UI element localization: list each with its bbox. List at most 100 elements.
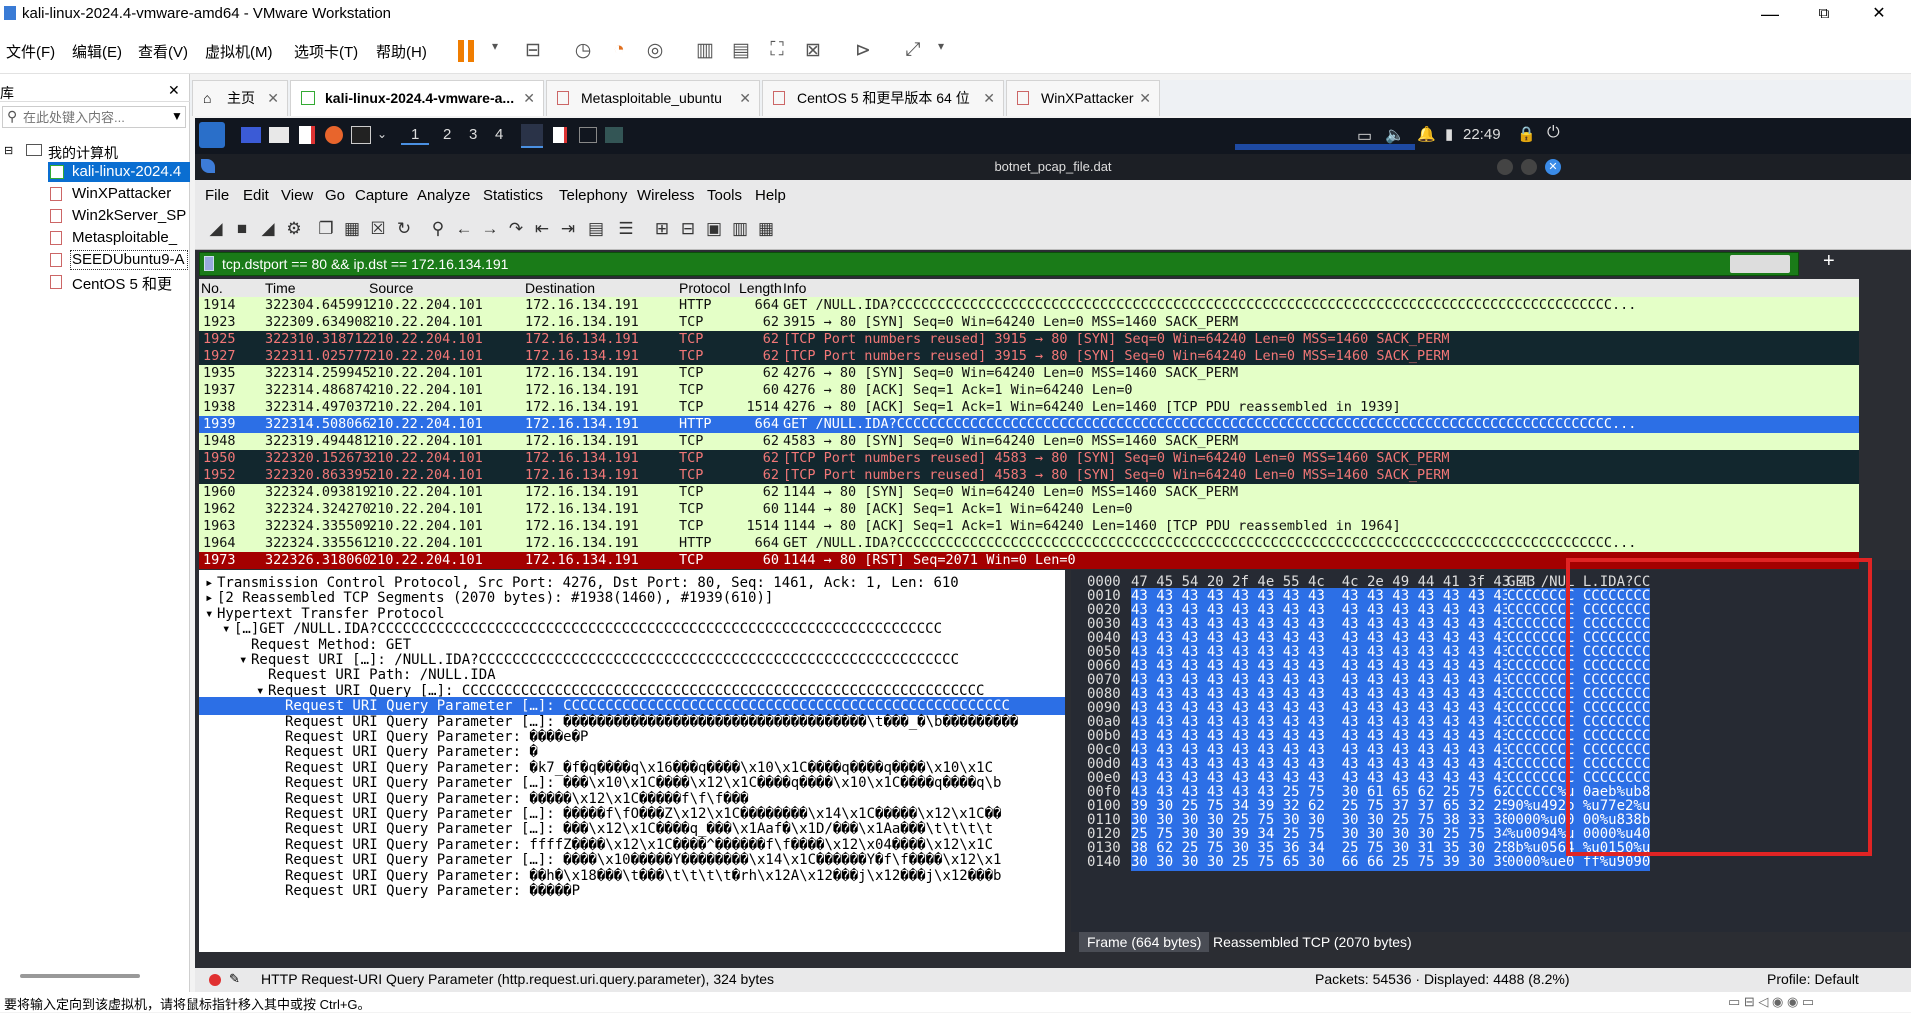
packet-row[interactable]: 1914 322304.645991 210.22.204.101 172.16.13… bbox=[199, 297, 1859, 314]
tab-metasploitable[interactable]: Metasploitable_ubuntu ✕ bbox=[546, 80, 760, 116]
stretch-icon[interactable]: ⤢ bbox=[900, 39, 926, 63]
packet-row[interactable]: 1937 322314.486874 210.22.204.101 172.16.13… bbox=[199, 382, 1859, 399]
last-packet-icon[interactable]: ⇥ bbox=[557, 219, 579, 241]
filter-clear-apply-icon[interactable] bbox=[1730, 255, 1790, 273]
ws-menu-tools[interactable]: Tools bbox=[707, 187, 742, 204]
text-editor-icon[interactable] bbox=[299, 126, 315, 144]
menu-tabs[interactable]: 选项卡(T) bbox=[294, 41, 358, 62]
library-item-metasploitable[interactable]: Metasploitable_ bbox=[72, 229, 177, 246]
library-item-winxp[interactable]: WinXPattacker bbox=[72, 185, 171, 202]
volume-icon[interactable]: 🔈 bbox=[1385, 125, 1405, 145]
ws-menu-wireless[interactable]: Wireless bbox=[637, 187, 695, 204]
bookmark-icon[interactable] bbox=[204, 256, 214, 271]
col-destination[interactable]: Destination bbox=[525, 280, 595, 296]
minimize-button[interactable]: — bbox=[1742, 0, 1798, 28]
packet-row[interactable]: 1963 322324.335509 210.22.204.101 172.16.13… bbox=[199, 518, 1859, 535]
battery-icon[interactable]: ▮ bbox=[1445, 125, 1453, 143]
menu-view[interactable]: 查看(V) bbox=[138, 41, 188, 62]
packet-row[interactable]: 1927 322311.025777 210.22.204.101 172.16.13… bbox=[199, 348, 1859, 365]
close-tab-icon[interactable]: ✕ bbox=[523, 81, 535, 115]
pause-icon[interactable] bbox=[458, 40, 464, 62]
close-file-icon[interactable]: ☒ bbox=[367, 219, 389, 241]
snapshot-manager-icon[interactable]: ◎ bbox=[642, 39, 668, 63]
snapshot-icon[interactable]: ◷ bbox=[570, 39, 596, 63]
menu-help[interactable]: 帮助(H) bbox=[376, 41, 427, 62]
text-editor-task-icon[interactable] bbox=[553, 127, 567, 143]
ws-menu-file[interactable]: File bbox=[205, 187, 229, 204]
status-profile[interactable]: Profile: Default bbox=[1767, 971, 1859, 987]
library-item-seed[interactable]: SEEDUbuntu9-A bbox=[72, 251, 185, 268]
notification-icon[interactable]: 🔔 bbox=[1417, 125, 1436, 143]
maximize-button[interactable]: ⧉ bbox=[1796, 0, 1852, 28]
console-icon[interactable]: ⊳ bbox=[850, 39, 876, 63]
stop-capture-icon[interactable]: ■ bbox=[231, 219, 253, 241]
thumbnail-view-icon[interactable]: ▤ bbox=[728, 39, 754, 63]
reload-icon[interactable]: ↻ bbox=[393, 219, 415, 241]
close-tab-icon[interactable]: ✕ bbox=[1139, 81, 1151, 115]
autoscroll-icon[interactable]: ▤ bbox=[585, 219, 607, 241]
ws-menu-statistics[interactable]: Statistics bbox=[483, 187, 543, 204]
screen-icon[interactable]: ▭ bbox=[1357, 126, 1372, 146]
tab-reassembled-bytes[interactable]: Reassembled TCP (2070 bytes) bbox=[1205, 932, 1420, 952]
packet-row[interactable]: 1939 322314.508066 210.22.204.101 172.16.13… bbox=[199, 416, 1859, 433]
desktop-icon[interactable] bbox=[241, 127, 261, 143]
terminal-task-icon[interactable] bbox=[579, 127, 597, 143]
packet-row[interactable]: 1938 322314.497037 210.22.204.101 172.16.13… bbox=[199, 399, 1859, 416]
library-view-icon[interactable]: ▥ bbox=[692, 39, 718, 63]
library-search-input[interactable] bbox=[23, 108, 163, 126]
zoom-out-icon[interactable]: ⊟ bbox=[677, 219, 699, 241]
wireshark-task-icon[interactable] bbox=[521, 124, 543, 148]
firefox-icon[interactable] bbox=[325, 126, 343, 144]
save-file-icon[interactable]: ▦ bbox=[341, 219, 363, 241]
tree-collapse-icon[interactable]: ⊟ bbox=[4, 144, 13, 157]
hex-bytes[interactable]: 30 30 30 30 25 75 65 30 66 66 25 75 39 3… bbox=[1131, 854, 1536, 871]
normal-size-icon[interactable]: ▣ bbox=[703, 219, 725, 241]
capture-options-icon[interactable]: ⚙ bbox=[283, 219, 305, 241]
packet-row[interactable]: 1962 322324.324270 210.22.204.101 172.16.13… bbox=[199, 501, 1859, 518]
ws-menu-edit[interactable]: Edit bbox=[243, 187, 269, 204]
close-icon[interactable]: ✕ bbox=[1545, 159, 1561, 175]
go-back-icon[interactable]: ← bbox=[453, 219, 475, 241]
colorize-icon[interactable]: ☰ bbox=[615, 219, 637, 241]
maximize-icon[interactable] bbox=[1521, 159, 1537, 175]
resize-columns-icon[interactable]: ▥ bbox=[729, 219, 751, 241]
restart-capture-icon[interactable]: ◢ bbox=[257, 219, 279, 241]
ws-menu-view[interactable]: View bbox=[281, 187, 313, 204]
search-dropdown-icon[interactable]: ▼ bbox=[171, 109, 183, 123]
menu-file[interactable]: 文件(F) bbox=[6, 41, 55, 62]
packet-row[interactable]: 1948 322319.494481 210.22.204.101 172.16.13… bbox=[199, 433, 1859, 450]
menu-edit[interactable]: 编辑(E) bbox=[72, 41, 122, 62]
fullscreen-icon[interactable]: ⛶ bbox=[764, 39, 790, 63]
packet-row[interactable]: 1952 322320.863395 210.22.204.101 172.16.13… bbox=[199, 467, 1859, 484]
device-icons[interactable]: ▭ ⊟ ◁ ◉ ◉ ▭ bbox=[1728, 994, 1814, 1010]
edit-comment-icon[interactable]: ✎ bbox=[229, 971, 240, 987]
packet-row[interactable]: 1923 322309.634908 210.22.204.101 172.16.13… bbox=[199, 314, 1859, 331]
power-icon[interactable]: ⏻ bbox=[1547, 124, 1560, 142]
close-button[interactable]: ✕ bbox=[1851, 0, 1907, 28]
go-forward-icon[interactable]: → bbox=[479, 219, 501, 241]
ws-menu-telephony[interactable]: Telephony bbox=[559, 187, 627, 204]
find-packet-icon[interactable]: ⚲ bbox=[427, 219, 449, 241]
zoom-in-icon[interactable]: ⊞ bbox=[651, 219, 673, 241]
tab-home[interactable]: ⌂ 主页 ✕ bbox=[192, 80, 288, 116]
workspace-1[interactable]: 1 bbox=[401, 126, 430, 145]
send-keys-icon[interactable]: ⊟ bbox=[520, 39, 546, 63]
col-length[interactable]: Length bbox=[739, 280, 782, 296]
start-capture-icon[interactable]: ◢ bbox=[205, 219, 227, 241]
tree-root[interactable]: 我的计算机 bbox=[48, 143, 118, 163]
tab-centos[interactable]: CentOS 5 和更早版本 64 位 ✕ bbox=[762, 80, 1004, 116]
terminal-dropdown-icon[interactable]: ⌄ bbox=[377, 127, 387, 141]
kali-menu-icon[interactable] bbox=[199, 122, 225, 148]
col-info[interactable]: Info bbox=[783, 280, 806, 296]
close-tab-icon[interactable]: ✕ bbox=[267, 81, 279, 115]
library-item-centos[interactable]: CentOS 5 和更 bbox=[72, 273, 172, 294]
packet-row[interactable]: 1935 322314.259945 210.22.204.101 172.16.13… bbox=[199, 365, 1859, 382]
clock[interactable]: 22:49 bbox=[1463, 126, 1501, 143]
go-to-packet-icon[interactable]: ↷ bbox=[505, 219, 527, 241]
workspace-2[interactable]: 2 bbox=[435, 126, 459, 143]
lock-icon[interactable]: 🔒 bbox=[1517, 125, 1536, 143]
dropdown-icon[interactable]: ▾ bbox=[482, 39, 508, 63]
revert-snapshot-icon[interactable]: ◔ bbox=[606, 39, 632, 63]
packet-row[interactable]: 1925 322310.318712 210.22.204.101 172.16.13… bbox=[199, 331, 1859, 348]
unity-icon[interactable]: ⊠ bbox=[800, 39, 826, 63]
